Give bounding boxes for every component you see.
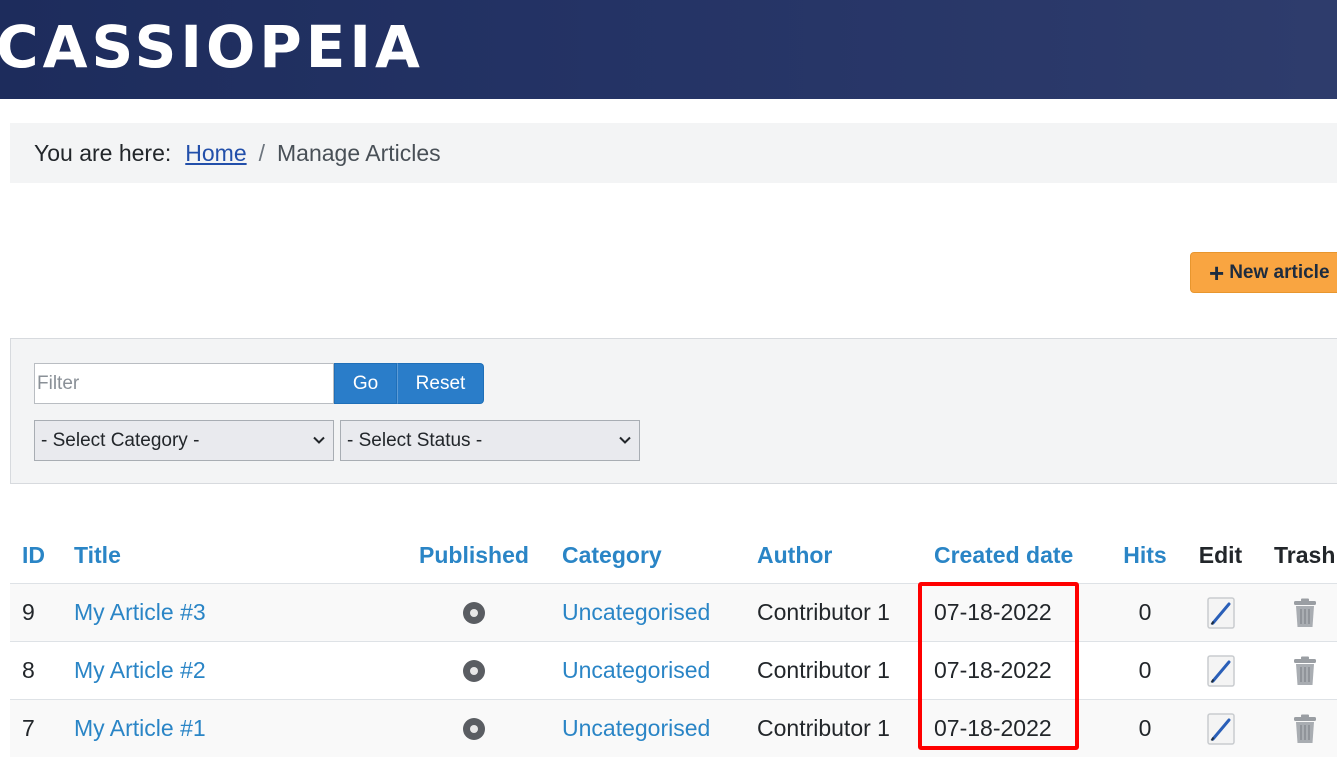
new-article-button[interactable]: + New article: [1190, 252, 1337, 293]
row-hits: 0: [1138, 715, 1152, 741]
chevron-down-icon: [619, 436, 631, 444]
row-edit[interactable]: [1197, 642, 1244, 699]
row-trash[interactable]: [1274, 584, 1336, 641]
row-title-link[interactable]: My Article #2: [74, 642, 206, 699]
edit-icon[interactable]: [1206, 712, 1235, 745]
trash-icon[interactable]: [1292, 598, 1318, 628]
category-select[interactable]: - Select Category -: [34, 420, 334, 461]
column-header-author[interactable]: Author: [757, 528, 832, 583]
row-title-link[interactable]: My Article #1: [74, 700, 206, 757]
breadcrumb-separator: /: [258, 139, 266, 166]
row-edit[interactable]: [1197, 700, 1244, 757]
site-brand[interactable]: CASSIOPEIA: [0, 12, 424, 82]
row-category-link[interactable]: Uncategorised: [562, 642, 710, 699]
new-article-label: New article: [1229, 261, 1330, 283]
trash-icon[interactable]: [1292, 714, 1318, 744]
trash-icon[interactable]: [1292, 656, 1318, 686]
plus-icon: +: [1209, 257, 1225, 288]
table-row: 9 My Article #3 Uncategorised Contributo…: [10, 583, 1337, 641]
status-select[interactable]: - Select Status -: [340, 420, 640, 461]
go-button[interactable]: Go: [334, 363, 397, 404]
column-header-hits[interactable]: Hits: [1113, 528, 1177, 583]
table-row: 7 My Article #1 Uncategorised Contributo…: [10, 699, 1337, 757]
row-published[interactable]: [416, 584, 532, 641]
column-header-id[interactable]: ID: [22, 528, 45, 583]
column-header-edit: Edit: [1198, 542, 1243, 568]
published-status-icon[interactable]: [463, 601, 485, 624]
chevron-down-icon: [313, 436, 325, 444]
breadcrumb-home-link[interactable]: Home: [185, 140, 246, 167]
column-header-trash: Trash: [1274, 542, 1336, 568]
created-date-highlight: [918, 582, 1079, 750]
filter-panel: Go Reset - Select Category - - Select St…: [10, 338, 1337, 484]
breadcrumb-current: Manage Articles: [277, 139, 441, 166]
row-category-link[interactable]: Uncategorised: [562, 584, 710, 641]
category-select-value: - Select Category -: [41, 429, 200, 451]
published-status-icon[interactable]: [463, 717, 485, 740]
filter-input[interactable]: [34, 363, 334, 404]
row-title-link[interactable]: My Article #3: [74, 584, 206, 641]
row-published[interactable]: [416, 642, 532, 699]
row-id: 8: [22, 657, 35, 683]
row-trash[interactable]: [1274, 642, 1336, 699]
row-hits: 0: [1138, 657, 1152, 683]
row-id: 9: [22, 599, 35, 625]
edit-icon[interactable]: [1206, 654, 1235, 687]
column-header-created-date[interactable]: Created date: [934, 528, 1073, 583]
row-published[interactable]: [416, 700, 532, 757]
reset-button[interactable]: Reset: [397, 363, 484, 404]
row-id: 7: [22, 715, 35, 741]
row-author: Contributor 1: [757, 657, 890, 683]
row-trash[interactable]: [1274, 700, 1336, 757]
row-hits: 0: [1138, 599, 1152, 625]
published-status-icon[interactable]: [463, 659, 485, 682]
row-author: Contributor 1: [757, 715, 890, 741]
breadcrumb-lead: You are here:: [34, 139, 172, 166]
site-header: CASSIOPEIA: [0, 0, 1337, 99]
edit-icon[interactable]: [1206, 596, 1235, 629]
column-header-title[interactable]: Title: [74, 528, 121, 583]
row-author: Contributor 1: [757, 599, 890, 625]
table-row: 8 My Article #2 Uncategorised Contributo…: [10, 641, 1337, 699]
status-select-value: - Select Status -: [347, 429, 483, 451]
row-edit[interactable]: [1197, 584, 1244, 641]
row-category-link[interactable]: Uncategorised: [562, 700, 710, 757]
table-header-row: ID Title Published Category Author Creat…: [10, 528, 1337, 583]
breadcrumb: You are here: Home / Manage Articles: [10, 123, 1337, 183]
column-header-published[interactable]: Published: [416, 528, 532, 583]
column-header-category[interactable]: Category: [562, 528, 662, 583]
